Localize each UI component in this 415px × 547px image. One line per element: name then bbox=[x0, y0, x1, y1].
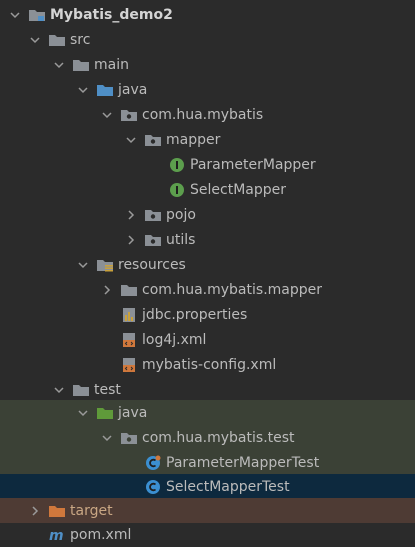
project-root-label: Mybatis_demo2 bbox=[50, 6, 173, 23]
package-label: mapper bbox=[166, 131, 221, 148]
tree-row-select-mapper[interactable]: SelectMapper bbox=[0, 177, 415, 202]
tree-row-select-mapper-test[interactable]: SelectMapperTest bbox=[0, 474, 415, 499]
package-label: com.hua.mybatis bbox=[142, 106, 264, 123]
excluded-folder-icon bbox=[48, 503, 66, 519]
chevron-down-icon[interactable] bbox=[76, 258, 90, 272]
folder-label: java bbox=[118, 81, 148, 98]
test-source-folder-icon bbox=[96, 405, 114, 421]
package-label: pojo bbox=[166, 206, 196, 223]
package-icon bbox=[144, 132, 162, 148]
folder-label: test bbox=[94, 381, 121, 398]
folder-icon bbox=[120, 282, 138, 298]
package-icon bbox=[144, 232, 162, 248]
tree-row-mybatis-config[interactable]: mybatis-config.xml bbox=[0, 352, 415, 377]
package-icon bbox=[120, 430, 138, 446]
tree-row-target[interactable]: target bbox=[0, 498, 415, 523]
folder-label: main bbox=[94, 56, 129, 73]
source-folder-icon bbox=[96, 82, 114, 98]
tree-row-parameter-mapper-test[interactable]: ParameterMapperTest bbox=[0, 450, 415, 475]
xml-file-icon bbox=[120, 357, 138, 373]
chevron-down-icon[interactable] bbox=[100, 431, 114, 445]
package-icon bbox=[144, 207, 162, 223]
folder-label: java bbox=[118, 404, 148, 421]
chevron-down-icon[interactable] bbox=[8, 8, 22, 22]
tree-row-test-package[interactable]: com.hua.mybatis.test bbox=[0, 425, 415, 450]
module-folder-icon bbox=[28, 7, 46, 23]
tree-row-java[interactable]: java bbox=[0, 77, 415, 102]
interface-icon bbox=[168, 157, 186, 173]
folder-label: target bbox=[70, 502, 113, 519]
file-label: SelectMapper bbox=[190, 181, 286, 198]
chevron-down-icon[interactable] bbox=[28, 33, 42, 47]
chevron-down-icon[interactable] bbox=[76, 406, 90, 420]
folder-label: com.hua.mybatis.mapper bbox=[142, 281, 322, 298]
folder-label: resources bbox=[118, 256, 186, 273]
tree-row-resources[interactable]: resources bbox=[0, 252, 415, 277]
tree-row-test-java[interactable]: java bbox=[0, 400, 415, 425]
chevron-down-icon[interactable] bbox=[52, 383, 66, 397]
tree-row-pom[interactable]: m pom.xml bbox=[0, 522, 415, 547]
chevron-right-icon[interactable] bbox=[124, 233, 138, 247]
tree-row-test[interactable]: test bbox=[0, 377, 415, 402]
file-label: ParameterMapperTest bbox=[166, 454, 320, 471]
package-label: utils bbox=[166, 231, 196, 248]
chevron-down-icon[interactable] bbox=[76, 83, 90, 97]
tree-row-parameter-mapper[interactable]: ParameterMapper bbox=[0, 152, 415, 177]
test-class-icon bbox=[144, 455, 162, 471]
folder-label: src bbox=[70, 31, 91, 48]
tree-row-mapper[interactable]: mapper bbox=[0, 127, 415, 152]
tree-row-utils[interactable]: utils bbox=[0, 227, 415, 252]
interface-icon bbox=[168, 182, 186, 198]
package-icon bbox=[120, 107, 138, 123]
tree-row-log4j-xml[interactable]: log4j.xml bbox=[0, 327, 415, 352]
file-label: SelectMapperTest bbox=[166, 478, 290, 495]
resources-folder-icon bbox=[96, 257, 114, 273]
properties-file-icon bbox=[120, 307, 138, 323]
tree-row-package[interactable]: com.hua.mybatis bbox=[0, 102, 415, 127]
chevron-right-icon[interactable] bbox=[100, 283, 114, 297]
tree-row-src[interactable]: src bbox=[0, 27, 415, 52]
file-label: mybatis-config.xml bbox=[142, 356, 277, 373]
package-label: com.hua.mybatis.test bbox=[142, 429, 295, 446]
tree-row-pojo[interactable]: pojo bbox=[0, 202, 415, 227]
tree-row-root[interactable]: Mybatis_demo2 bbox=[0, 2, 415, 27]
tree-row-jdbc-properties[interactable]: jdbc.properties bbox=[0, 302, 415, 327]
file-label: ParameterMapper bbox=[190, 156, 316, 173]
chevron-right-icon[interactable] bbox=[28, 504, 42, 518]
chevron-right-icon[interactable] bbox=[124, 208, 138, 222]
tree-row-main[interactable]: main bbox=[0, 52, 415, 77]
chevron-down-icon[interactable] bbox=[124, 133, 138, 147]
chevron-down-icon[interactable] bbox=[52, 58, 66, 72]
class-icon bbox=[144, 479, 162, 495]
maven-icon: m bbox=[48, 527, 66, 543]
tree-row-resource-package[interactable]: com.hua.mybatis.mapper bbox=[0, 277, 415, 302]
svg-text:m: m bbox=[49, 528, 64, 543]
file-label: log4j.xml bbox=[142, 331, 207, 348]
file-label: jdbc.properties bbox=[142, 306, 248, 323]
file-label: pom.xml bbox=[70, 526, 132, 543]
xml-file-icon bbox=[120, 332, 138, 348]
project-tree: Mybatis_demo2 src main java com.hua.myba… bbox=[0, 0, 415, 546]
folder-icon bbox=[72, 57, 90, 73]
folder-icon bbox=[48, 32, 66, 48]
folder-icon bbox=[72, 382, 90, 398]
chevron-down-icon[interactable] bbox=[100, 108, 114, 122]
